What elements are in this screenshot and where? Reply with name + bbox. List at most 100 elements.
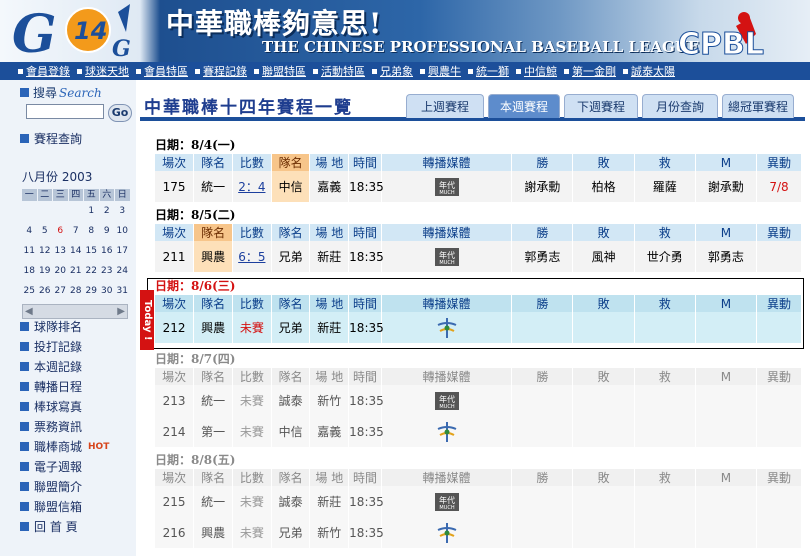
- calendar-day[interactable]: 13: [53, 242, 68, 261]
- nav-item-schedule-records[interactable]: 賽程記錄: [195, 63, 247, 79]
- calendar-day[interactable]: 26: [38, 282, 53, 301]
- calendar-day[interactable]: 19: [38, 262, 53, 281]
- score-link: 未賽: [239, 394, 264, 408]
- cell-m: 郭勇志: [695, 241, 758, 272]
- nav-item-member-area[interactable]: 會員特區: [136, 63, 188, 79]
- nav-item-fan-zone[interactable]: 球迷天地: [77, 63, 129, 79]
- cell-l: [572, 385, 635, 416]
- tab-last-week[interactable]: 上週賽程: [406, 94, 484, 118]
- cell-media[interactable]: [381, 312, 513, 343]
- cell-s: [634, 312, 696, 343]
- sidebar-link-league-intro[interactable]: 聯盟簡介: [20, 478, 82, 495]
- cell-time: 18:35: [348, 171, 384, 202]
- calendar-day[interactable]: 10: [115, 222, 130, 241]
- calendar-day[interactable]: 21: [69, 262, 84, 281]
- nav-item-member-login[interactable]: 會員登錄: [18, 63, 70, 79]
- calendar-day[interactable]: 7: [69, 222, 84, 241]
- sidebar-link-schedule-query[interactable]: 賽程查詢: [20, 130, 82, 147]
- calendar-day[interactable]: 30: [100, 282, 115, 301]
- scroll-left-icon[interactable]: ◀: [25, 306, 33, 317]
- cell-media[interactable]: [381, 416, 513, 447]
- calendar-day[interactable]: 29: [84, 282, 99, 301]
- nav-item-uni-lions[interactable]: 統一獅: [468, 63, 509, 79]
- calendar-day[interactable]: 23: [100, 262, 115, 281]
- search-input[interactable]: [26, 104, 104, 119]
- sidebar-link-home[interactable]: 回 首 頁: [20, 518, 78, 535]
- cell-media[interactable]: 年代 MUCH: [381, 241, 513, 272]
- sidebar-link-photos[interactable]: 棒球寫真: [20, 398, 82, 415]
- column-header: 隊名: [193, 154, 233, 171]
- calendar-day[interactable]: 8: [84, 222, 99, 241]
- sidebar-link-newsletter[interactable]: 電子週報: [20, 458, 82, 475]
- calendar-day[interactable]: 17: [115, 242, 130, 261]
- calendar-scrollbar[interactable]: ◀ ▶: [22, 304, 128, 319]
- go14-logo[interactable]: G 14 G: [8, 2, 138, 60]
- calendar-day[interactable]: 28: [69, 282, 84, 301]
- sidebar-link-broadcast-schedule[interactable]: 轉播日程: [20, 378, 82, 395]
- bullet-icon: [468, 68, 473, 74]
- calendar-day[interactable]: 31: [115, 282, 130, 301]
- search-go-button[interactable]: Go: [108, 104, 132, 122]
- bullet-icon: [20, 442, 29, 451]
- calendar-day[interactable]: 11: [22, 242, 37, 261]
- sidebar-link-weekly-records[interactable]: 本週記錄: [20, 358, 82, 375]
- calendar-day[interactable]: 20: [53, 262, 68, 281]
- tab-championship[interactable]: 總冠軍賽程: [722, 94, 794, 118]
- calendar-day[interactable]: 6: [53, 222, 68, 241]
- nav-item-league-area[interactable]: 聯盟特區: [254, 63, 306, 79]
- sidebar-link-batting-pitching[interactable]: 投打記錄: [20, 338, 82, 355]
- calendar-day[interactable]: 2: [100, 202, 115, 221]
- cell-media[interactable]: 年代 MUCH: [381, 171, 513, 202]
- calendar-day[interactable]: 4: [22, 222, 37, 241]
- calendar-day[interactable]: 27: [53, 282, 68, 301]
- search-panel: 搜尋 Search: [20, 84, 102, 101]
- schedule-table: 場次 隊名 比數 隊名場 地時間 轉播媒體勝敗救 M 異動 213 統一 未賽 誠泰 新竹 18:35 年…: [155, 368, 802, 447]
- column-header: 轉播媒體: [381, 295, 513, 312]
- nav-item-chinatrust-suns[interactable]: 誠泰太陽: [623, 63, 675, 79]
- scroll-right-icon[interactable]: ▶: [117, 306, 125, 317]
- bullet-icon: [372, 68, 377, 74]
- cell-away: 統一: [193, 171, 233, 202]
- cell-w: [511, 385, 574, 416]
- calendar-day[interactable]: 22: [84, 262, 99, 281]
- cell-time: 18:35: [348, 486, 384, 517]
- cell-m: [695, 385, 758, 416]
- column-header: 敗: [572, 224, 635, 241]
- calendar-day[interactable]: 14: [69, 242, 84, 261]
- nav-item-events[interactable]: 活動特區: [313, 63, 365, 79]
- calendar-day[interactable]: 18: [22, 262, 37, 281]
- sidebar-link-shop[interactable]: 職棒商城 HOT: [20, 438, 109, 455]
- score-link[interactable]: 6：5: [238, 250, 265, 264]
- nav-item-chinatrust-whales[interactable]: 中信鯨: [516, 63, 557, 79]
- sidebar-link-league-mailbox[interactable]: 聯盟信箱: [20, 498, 82, 515]
- tab-this-week[interactable]: 本週賽程: [488, 94, 560, 118]
- calendar-day[interactable]: 3: [115, 202, 130, 221]
- calendar-day[interactable]: 24: [115, 262, 130, 281]
- column-header: 轉播媒體: [381, 469, 513, 486]
- calendar-day[interactable]: 16: [100, 242, 115, 261]
- nav-item-sinon-bulls[interactable]: 興農牛: [420, 63, 461, 79]
- cell-l: 風神: [572, 241, 635, 272]
- calendar-day[interactable]: 15: [84, 242, 99, 261]
- score-link[interactable]: 2：4: [238, 180, 265, 194]
- cell-home: 兄弟: [271, 241, 311, 272]
- calendar-day[interactable]: 12: [38, 242, 53, 261]
- column-header: 時間: [348, 154, 382, 171]
- calendar-day[interactable]: 1: [84, 202, 99, 221]
- cell-media[interactable]: 年代 MUCH: [381, 486, 513, 517]
- tab-month-query[interactable]: 月份查詢: [642, 94, 718, 118]
- column-header: 場 地: [309, 295, 350, 312]
- sidebar-link-tickets[interactable]: 票務資訊: [20, 418, 82, 435]
- cell-media[interactable]: 年代 MUCH: [381, 385, 513, 416]
- tab-next-week[interactable]: 下週賽程: [564, 94, 638, 118]
- cpbl-logo[interactable]: CPBL: [676, 4, 788, 60]
- calendar-day[interactable]: 5: [38, 222, 53, 241]
- cell-media[interactable]: [381, 517, 513, 548]
- sidebar-link-team-standings[interactable]: 球隊排名: [20, 318, 82, 335]
- nav-item-first-kingkong[interactable]: 第一金剛: [564, 63, 616, 79]
- calendar-day[interactable]: 9: [100, 222, 115, 241]
- calendar-weekday: 五: [84, 189, 99, 201]
- nav-item-brother-elephants[interactable]: 兄弟象: [372, 63, 413, 79]
- calendar-day[interactable]: 25: [22, 282, 37, 301]
- table-row: 215 統一 未賽 誠泰 新莊 18:35 年代 MUCH: [155, 486, 802, 517]
